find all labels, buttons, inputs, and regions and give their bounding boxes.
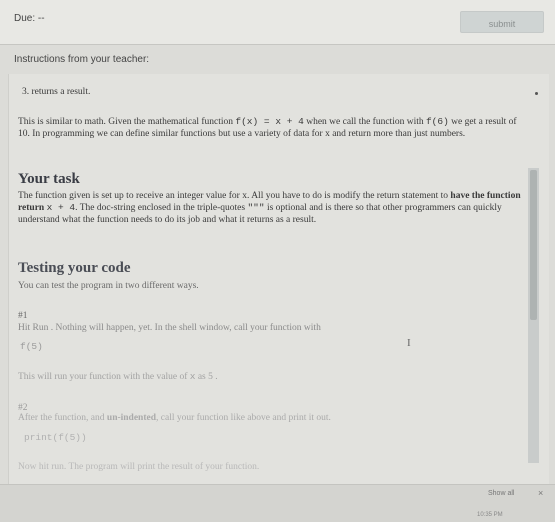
text-cursor-icon: I — [407, 337, 411, 349]
task-heading: Your task — [18, 171, 80, 187]
test2-code: print(f(5)) — [24, 432, 87, 443]
submit-button[interactable]: submit — [460, 11, 544, 33]
due-date-label: Due: -- — [14, 13, 45, 24]
testing-heading: Testing your code — [18, 260, 131, 276]
task-paragraph: The function given is set up to receive … — [18, 191, 521, 225]
close-icon[interactable]: × — [538, 488, 543, 498]
test1-result: This will run your function with the val… — [18, 371, 218, 382]
downloads-bar — [0, 484, 555, 522]
testing-intro: You can test the program in two differen… — [18, 281, 199, 291]
test1-text: Hit Run . Nothing will happen, yet. In t… — [18, 323, 321, 333]
scrollbar-thumb[interactable] — [530, 170, 537, 320]
show-all-button[interactable]: Show all — [488, 490, 514, 497]
menu-dot — [535, 92, 538, 95]
test2-text: After the function, and un-indented, cal… — [18, 413, 331, 423]
test2-result: Now hit run. The program will print the … — [18, 462, 260, 472]
instructions-label: Instructions from your teacher: — [14, 54, 150, 65]
clock: 10:35 PM — [477, 512, 503, 518]
test1-label: #1 — [18, 311, 28, 321]
instructions-panel — [8, 74, 549, 521]
step-title: 3. returns a result. — [22, 87, 91, 97]
test1-code: f(5) — [20, 341, 43, 352]
intro-paragraph: This is similar to math. Given the mathe… — [18, 116, 517, 139]
